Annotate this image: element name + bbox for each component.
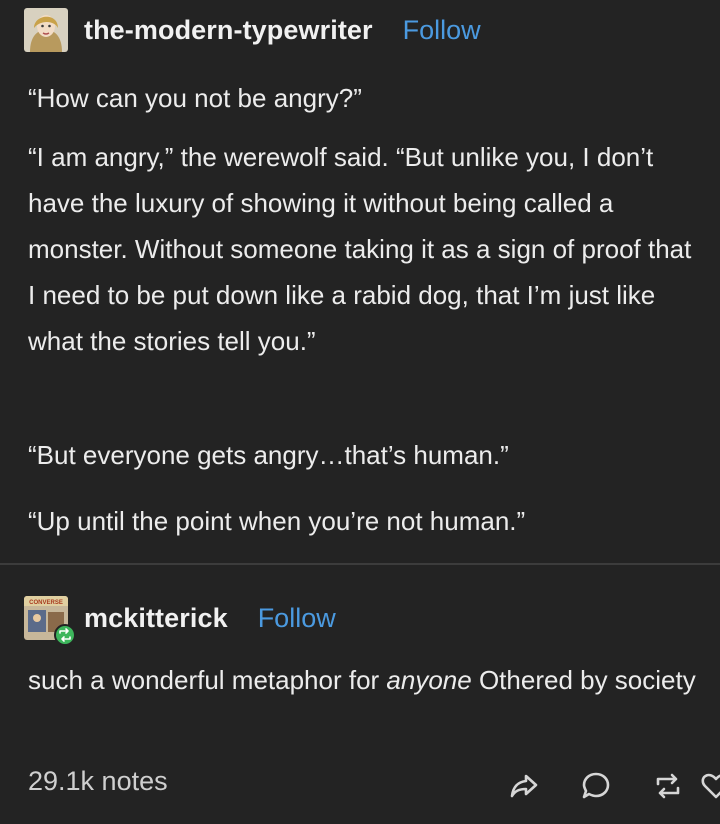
avatar-logo-text: CONVERSE — [29, 600, 63, 606]
reblog-username[interactable]: mckitterick — [84, 603, 228, 634]
share-icon — [510, 774, 538, 798]
post-paragraph: “I am angry,” the werewolf said. “But un… — [28, 142, 692, 356]
reply-button[interactable] — [576, 764, 616, 808]
reblog-icon — [656, 773, 680, 799]
avatar[interactable] — [24, 8, 68, 52]
comment-text: Othered by society — [471, 665, 696, 695]
reply-icon — [582, 772, 610, 799]
reblog-header: CONVERSE mckitterick Follow — [24, 596, 336, 646]
post-header: the-modern-typewriter Follow — [24, 8, 481, 52]
notes-count[interactable]: 29.1k notes — [28, 766, 168, 797]
comment-emphasis: anyone — [386, 665, 472, 695]
like-button[interactable] — [696, 764, 720, 808]
divider — [0, 563, 720, 565]
reblog-avatar[interactable]: CONVERSE — [24, 596, 76, 646]
post-paragraph: “Up until the point when you’re not huma… — [28, 506, 526, 536]
post-actions — [400, 764, 720, 808]
like-icon — [701, 773, 720, 799]
post-paragraph: “But everyone gets angry…that’s human.” — [28, 440, 509, 470]
reblog-badge-icon — [54, 624, 76, 646]
share-button[interactable] — [504, 764, 544, 808]
follow-button[interactable]: Follow — [403, 15, 481, 46]
post-paragraph: “How can you not be angry?” — [28, 83, 362, 113]
reblog-button[interactable] — [648, 764, 688, 808]
username[interactable]: the-modern-typewriter — [84, 15, 373, 46]
reblog-follow-button[interactable]: Follow — [258, 603, 336, 634]
comment-text: such a wonderful metaphor for — [28, 665, 387, 695]
reblog-comment: such a wonderful metaphor for anyone Oth… — [28, 657, 698, 703]
